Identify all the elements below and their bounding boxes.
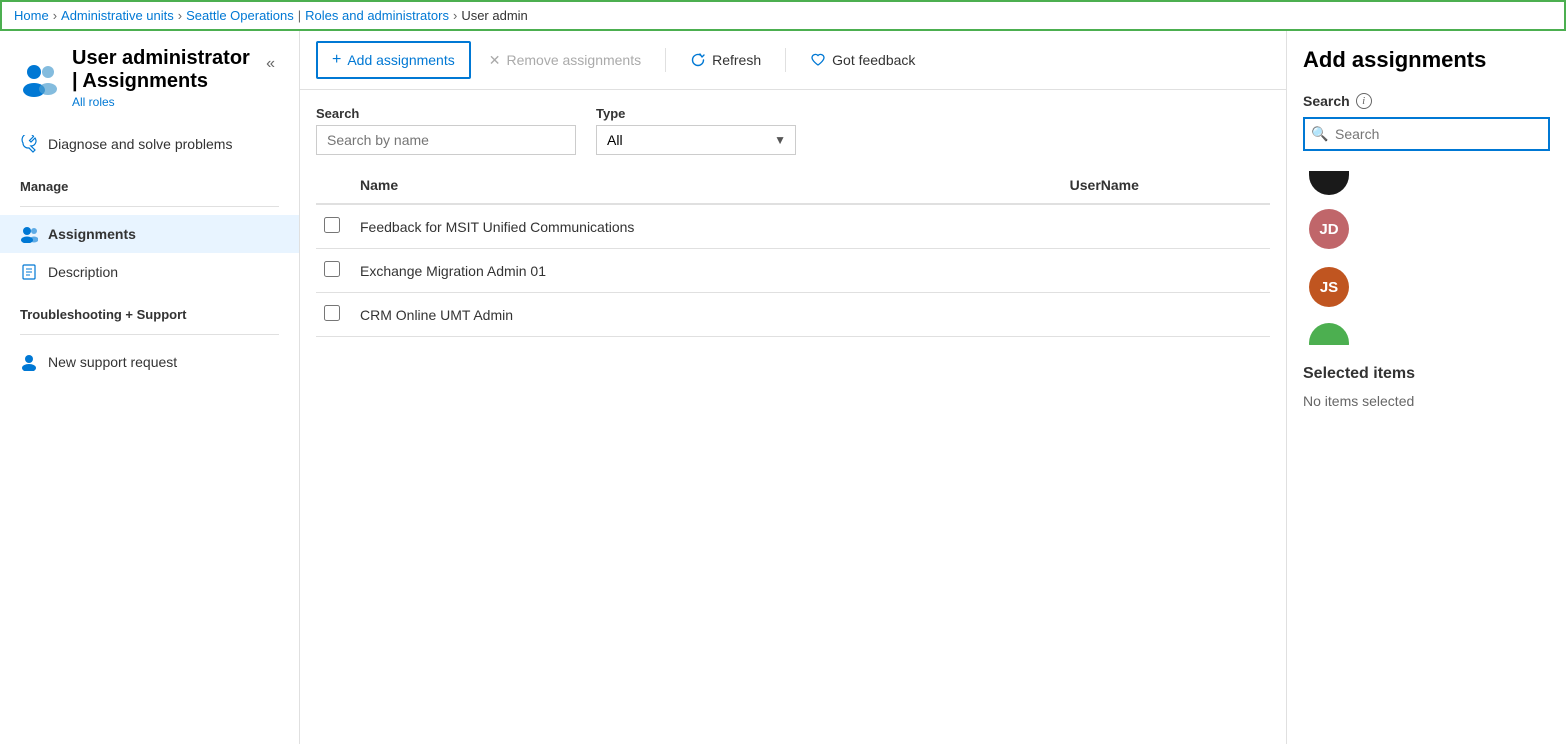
table-row: Feedback for MSIT Unified Communications xyxy=(316,204,1270,249)
row-username-2 xyxy=(1062,249,1270,293)
feedback-label: Got feedback xyxy=(832,52,915,68)
support-section: Troubleshooting + Support xyxy=(0,291,299,326)
remove-assignments-button[interactable]: ✕ Remove assignments xyxy=(475,44,655,77)
search-filter-label: Search xyxy=(316,106,576,121)
breadcrumb-admin-units[interactable]: Administrative units xyxy=(61,8,174,23)
collapse-button[interactable]: « xyxy=(262,51,279,77)
avatar-green xyxy=(1309,323,1349,345)
row-username-3 xyxy=(1062,293,1270,337)
avatar-item-green[interactable] xyxy=(1303,317,1550,345)
manage-section: Manage xyxy=(0,163,299,198)
users-icon xyxy=(20,58,60,98)
table-row: CRM Online UMT Admin xyxy=(316,293,1270,337)
diagnose-label: Diagnose and solve problems xyxy=(48,136,232,152)
row-checkbox-3[interactable] xyxy=(324,305,340,321)
wrench-icon xyxy=(20,135,38,153)
row-checkbox-2[interactable] xyxy=(324,261,340,277)
assignments-table-area: Name UserName Feedback for MSIT Unified … xyxy=(300,167,1286,744)
avatar-partial-icon xyxy=(1309,171,1349,195)
type-filter-label: Type xyxy=(596,106,796,121)
filter-bar: Search Type All ▼ xyxy=(300,90,1286,167)
breadcrumb-current: User admin xyxy=(461,8,527,23)
breadcrumb-home[interactable]: Home xyxy=(14,8,49,23)
assignments-table: Name UserName Feedback for MSIT Unified … xyxy=(316,167,1270,337)
row-username-1 xyxy=(1062,204,1270,249)
panel-search-input[interactable] xyxy=(1303,117,1550,151)
select-all-cell xyxy=(316,167,352,204)
add-assignments-label: Add assignments xyxy=(347,52,454,68)
feedback-button[interactable]: Got feedback xyxy=(796,44,929,76)
sidebar-item-diagnose[interactable]: Diagnose and solve problems xyxy=(0,125,299,163)
plus-icon: + xyxy=(332,51,341,69)
assignments-label: Assignments xyxy=(48,226,136,242)
selected-items-label: Selected items xyxy=(1303,365,1550,383)
heart-icon xyxy=(810,52,826,68)
x-icon: ✕ xyxy=(489,52,501,69)
search-input[interactable] xyxy=(316,125,576,155)
description-label: Description xyxy=(48,264,118,280)
type-select[interactable]: All xyxy=(596,125,796,155)
toolbar-divider xyxy=(665,48,666,72)
sidebar-item-description[interactable]: Description xyxy=(0,253,299,291)
col-username-header: UserName xyxy=(1062,167,1270,204)
breadcrumb-roles[interactable]: Roles and administrators xyxy=(305,8,449,23)
panel-search-label: Search xyxy=(1303,93,1350,109)
toolbar: + Add assignments ✕ Remove assignments R… xyxy=(300,31,1286,90)
refresh-label: Refresh xyxy=(712,52,761,68)
col-name-header: Name xyxy=(352,167,1062,204)
main-content: + Add assignments ✕ Remove assignments R… xyxy=(300,31,1286,744)
divider xyxy=(20,206,279,207)
no-items-text: No items selected xyxy=(1303,393,1550,409)
support-label: New support request xyxy=(48,354,177,370)
avatar-js: JS xyxy=(1309,267,1349,307)
support-icon xyxy=(20,353,38,371)
divider2 xyxy=(20,334,279,335)
page-subtitle: All roles xyxy=(72,95,250,109)
avatar-list: JD JS xyxy=(1303,167,1550,345)
avatar-item-partial[interactable] xyxy=(1303,167,1550,199)
refresh-icon xyxy=(690,52,706,68)
assignments-icon xyxy=(20,225,38,243)
sidebar: User administrator | Assignments All rol… xyxy=(0,31,300,744)
page-title: User administrator | Assignments xyxy=(72,47,250,93)
table-row: Exchange Migration Admin 01 xyxy=(316,249,1270,293)
info-icon: i xyxy=(1356,93,1372,109)
sidebar-item-support[interactable]: New support request xyxy=(0,343,299,381)
right-panel-title: Add assignments xyxy=(1303,47,1550,73)
avatar-jd: JD xyxy=(1309,209,1349,249)
breadcrumb: Home › Administrative units › Seattle Op… xyxy=(0,0,1566,31)
row-name-1: Feedback for MSIT Unified Communications xyxy=(352,204,1062,249)
remove-assignments-label: Remove assignments xyxy=(506,52,641,68)
refresh-button[interactable]: Refresh xyxy=(676,44,775,76)
avatar-item-jd[interactable]: JD xyxy=(1303,201,1550,257)
row-checkbox-1[interactable] xyxy=(324,217,340,233)
avatar-item-js[interactable]: JS xyxy=(1303,259,1550,315)
search-icon: 🔍 xyxy=(1311,126,1328,143)
sidebar-item-assignments[interactable]: Assignments xyxy=(0,215,299,253)
breadcrumb-seattle[interactable]: Seattle Operations xyxy=(186,8,294,23)
toolbar-divider2 xyxy=(785,48,786,72)
add-assignments-button[interactable]: + Add assignments xyxy=(316,41,471,79)
row-name-3: CRM Online UMT Admin xyxy=(352,293,1062,337)
right-panel: Add assignments Search i 🔍 JD xyxy=(1286,31,1566,744)
row-name-2: Exchange Migration Admin 01 xyxy=(352,249,1062,293)
description-icon xyxy=(20,263,38,281)
